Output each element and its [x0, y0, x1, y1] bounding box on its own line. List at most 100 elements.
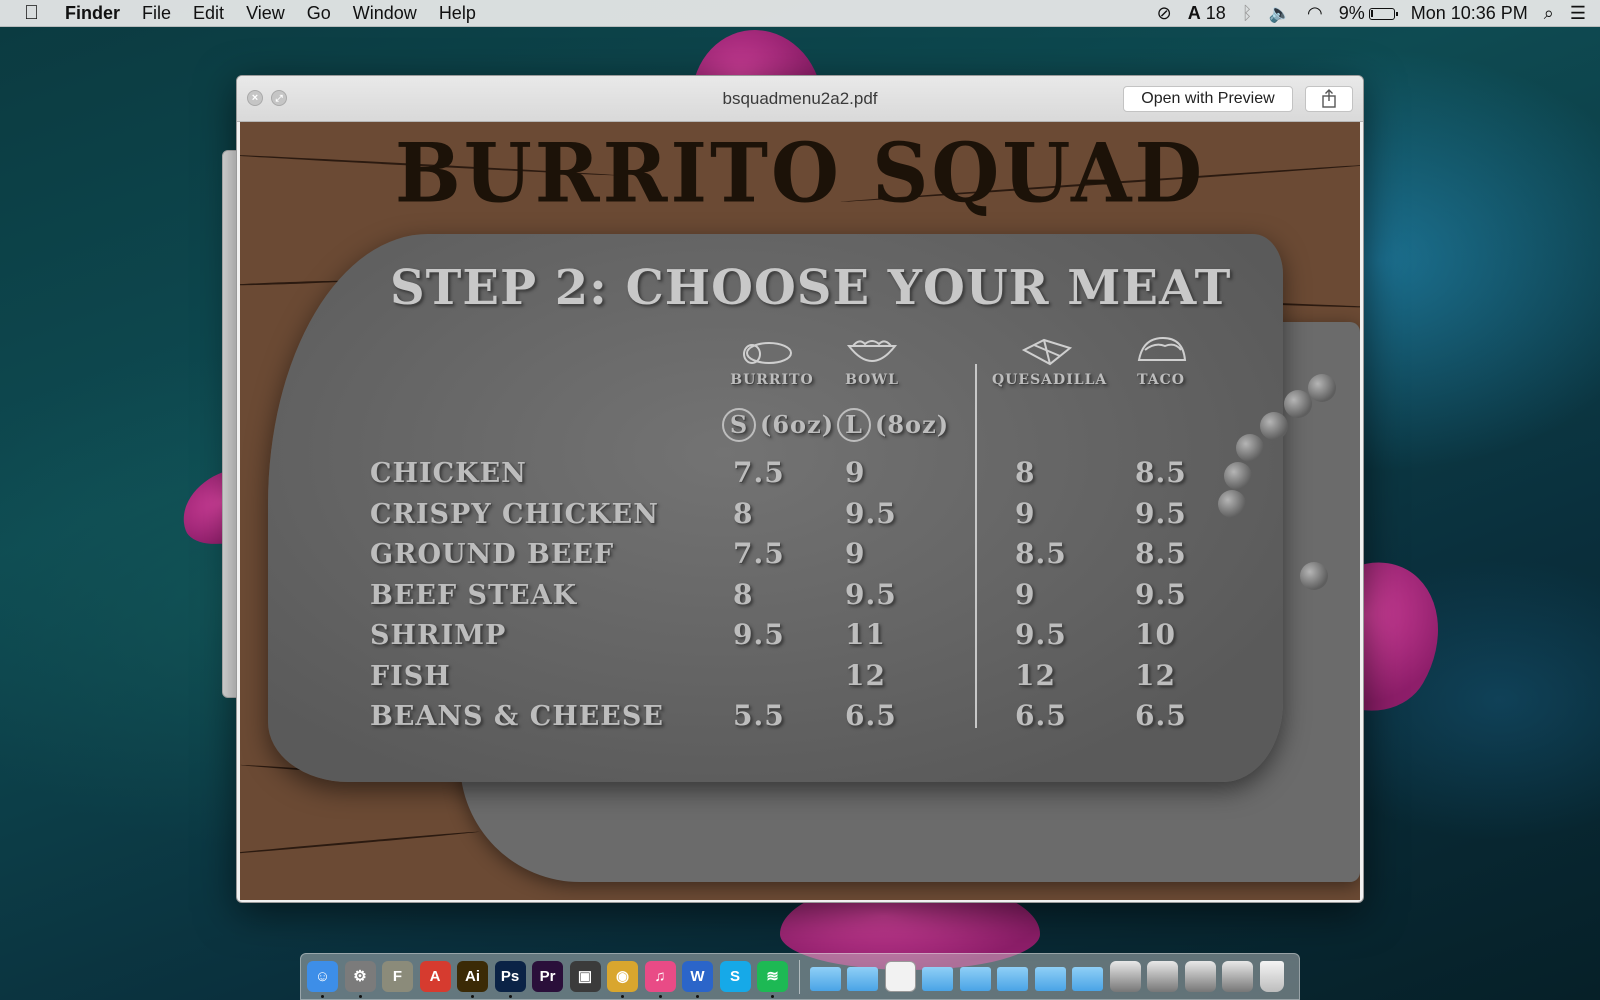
meat-name: BEANS & CHEESE [370, 701, 664, 732]
photoshop-icon: Ps [500, 968, 520, 985]
burrito-icon [743, 342, 792, 364]
dock-acrobat[interactable]: A [419, 961, 451, 992]
price-cell: 9.5 [733, 618, 785, 651]
running-indicator [321, 995, 324, 998]
running-indicator [471, 995, 474, 998]
dock-itunes[interactable]: ♫ [644, 961, 676, 998]
dock-stack-folder-icon[interactable] [809, 966, 841, 991]
share-button[interactable] [1305, 86, 1353, 112]
dock-stack-folder-icon[interactable] [1072, 966, 1103, 991]
window-titlebar[interactable]: × ⤢ bsquadmenu2a2.pdf Open with Preview [237, 76, 1363, 122]
acrobat-icon: A [429, 968, 441, 985]
size-small-weight: (6oz) [760, 410, 835, 439]
menu-bar:  Finder File Edit View Go Window Help ⊘… [0, 0, 1600, 27]
dock-stack-screenshot-icon[interactable] [1184, 961, 1216, 992]
pdf-page[interactable]: BURRITO SQUAD STEP 2: CHOOSE YOUR MEAT B… [240, 122, 1360, 900]
menu-edit[interactable]: Edit [193, 3, 224, 24]
size-large-weight: (8oz) [875, 410, 950, 439]
menu-window[interactable]: Window [353, 3, 417, 24]
dock-fontlab[interactable]: F [382, 961, 413, 992]
dock-photoshop[interactable]: Ps [494, 961, 526, 998]
bead-chain [1308, 374, 1336, 402]
bluetooth-icon[interactable]: ᛒ [1242, 0, 1253, 27]
dock-window-manager[interactable]: ▣ [569, 961, 601, 992]
dock-stack-screenshot-icon[interactable] [1147, 961, 1178, 992]
dock-stack-screenshot-icon[interactable] [1109, 961, 1141, 992]
size-small-label: S (6oz) [722, 408, 834, 442]
menu-file[interactable]: File [142, 3, 171, 24]
apple-menu-icon[interactable]:  [24, 2, 39, 25]
size-small-badge: S [722, 408, 756, 442]
system-preferences-icon: ⚙ [353, 968, 367, 985]
dock-illustrator[interactable]: Ai [457, 961, 488, 998]
dock-stack-doc-icon[interactable] [884, 961, 916, 992]
price-cell: 8.5 [1135, 456, 1187, 489]
battery-status[interactable]: 9% [1339, 3, 1398, 24]
dock-stack-folder-icon[interactable] [922, 966, 953, 991]
fontlab-icon: F [392, 968, 403, 985]
price-cell: 9 [1015, 577, 1036, 611]
price-cell: 12 [845, 658, 886, 692]
volume-icon[interactable]: 🔈 [1269, 0, 1291, 27]
dock-premiere[interactable]: Pr [532, 961, 563, 992]
skype-icon: S [729, 968, 740, 985]
notification-center-icon[interactable]: ☰ [1570, 0, 1586, 27]
chrome-icon: ◉ [615, 968, 630, 985]
finder-icon: ☺ [314, 968, 331, 985]
price-cell: 7.5 [733, 537, 785, 570]
price-cell: 9 [1015, 496, 1036, 530]
dock-word[interactable]: W [682, 961, 713, 998]
menu-go[interactable]: Go [307, 3, 331, 24]
price-cell: 9.5 [1135, 496, 1187, 530]
dock-stack-screenshot-icon[interactable] [1222, 961, 1253, 992]
price-cell: 8.5 [1135, 537, 1187, 570]
running-indicator [508, 995, 512, 998]
price-cell: 12 [1135, 658, 1176, 692]
price-cell: 12 [1015, 658, 1056, 692]
running-indicator [658, 995, 662, 998]
dock-chrome[interactable]: ◉ [607, 961, 638, 998]
step-title: STEP 2: CHOOSE YOUR MEAT [390, 260, 1232, 316]
meat-name: CRISPY CHICKEN [370, 498, 659, 530]
adobe-count: 18 [1205, 3, 1226, 23]
price-cell: 8 [733, 577, 754, 611]
menu-view[interactable]: View [246, 3, 285, 24]
wifi-icon[interactable]: ◠ [1307, 0, 1323, 27]
quesadilla-icon [1021, 338, 1073, 366]
dock-spotify[interactable]: ≋ [757, 961, 788, 998]
column-header-burrito: BURRITO [730, 372, 814, 388]
price-cell: 9 [845, 537, 866, 570]
dock-stack-downloads-folder-icon[interactable] [1034, 966, 1066, 991]
price-cell: 6.5 [1135, 699, 1187, 732]
spotlight-search-icon[interactable]: ⌕ [1544, 0, 1554, 27]
clock[interactable]: Mon 10:36 PM [1411, 3, 1528, 24]
running-indicator [358, 995, 362, 998]
running-indicator [621, 995, 624, 998]
dock-stack-folder-icon[interactable] [847, 966, 878, 991]
spotify-icon: ≋ [766, 968, 779, 985]
meat-name: CHICKEN [370, 458, 527, 489]
price-cell: 6.5 [1015, 699, 1067, 732]
menu-app-finder[interactable]: Finder [65, 3, 120, 24]
menu-help[interactable]: Help [439, 3, 476, 24]
bowl-icon [846, 340, 898, 362]
brand-logo: BURRITO SQUAD [394, 125, 1206, 222]
meat-name: BEEF STEAK [370, 579, 578, 611]
price-cell: 7.5 [733, 456, 785, 489]
dock-skype[interactable]: S [719, 961, 751, 992]
open-with-preview-button[interactable]: Open with Preview [1123, 86, 1293, 112]
adobe-status[interactable]: A 18 [1188, 0, 1226, 27]
do-not-disturb-icon[interactable]: ⊘ [1157, 0, 1172, 27]
dock-stack-folder-icon[interactable] [959, 966, 991, 991]
dock-stack-trash-icon[interactable] [1259, 961, 1284, 992]
premiere-icon: Pr [539, 968, 556, 985]
dock-system-preferences[interactable]: ⚙ [344, 961, 376, 998]
column-header-bowl: BOWL [845, 372, 899, 388]
dock-finder[interactable]: ☺ [307, 961, 338, 998]
dock-stack-apps-folder-icon[interactable] [997, 966, 1028, 991]
column-header-quesadilla: QUESADILLA [992, 372, 1108, 388]
battery-icon [1368, 8, 1398, 21]
column-header-taco: TACO [1137, 372, 1185, 388]
column-divider [975, 364, 977, 728]
bead-chain [1284, 390, 1312, 418]
